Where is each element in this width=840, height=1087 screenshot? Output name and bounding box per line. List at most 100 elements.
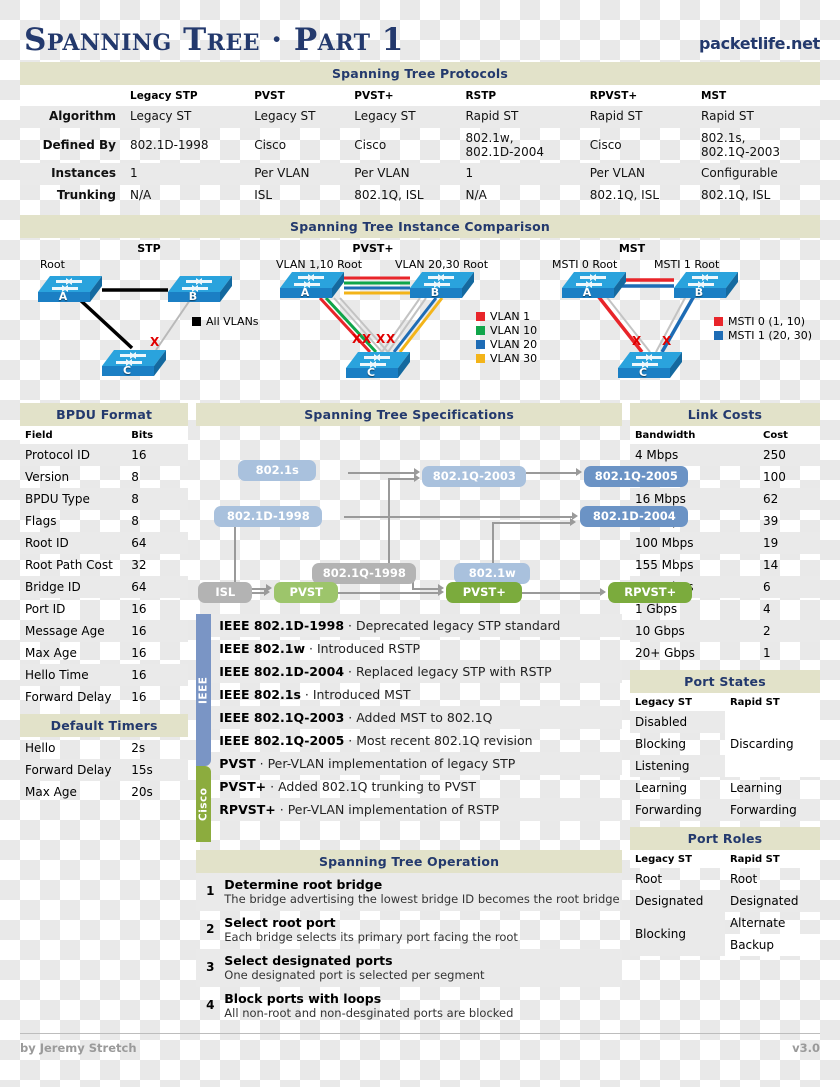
table-header-row: Legacy ST Rapid ST	[629, 692, 820, 711]
section-header-protocols: Spanning Tree Protocols	[20, 62, 820, 85]
legend-label: MSTI 0 (1, 10)	[728, 315, 805, 329]
field: Message Age	[20, 619, 127, 642]
cell: N/A	[465, 188, 487, 203]
section-header-operation: Spanning Tree Operation	[196, 849, 622, 873]
table-row: 155 Mbps 14	[630, 554, 820, 576]
timer-name: Forward Delay	[20, 758, 127, 781]
operation-step: 3 Select designated ports One designated…	[196, 948, 622, 987]
rapid-state: Learning	[729, 780, 783, 795]
table-row: Instances 1 Per VLAN Per VLAN 1 Per VLAN…	[20, 163, 820, 186]
legend-item: MSTI 1 (20, 30)	[714, 329, 812, 343]
diagram-pvst: PVST+ VLAN 1,10 Root VLAN 20,30 Root A B…	[276, 240, 562, 403]
bits: 64	[126, 531, 189, 554]
timer-value: 20s	[131, 784, 153, 799]
col-head-cost: Cost	[758, 425, 820, 444]
spec-sep: ·	[348, 617, 356, 633]
cell: Rapid ST	[583, 106, 696, 128]
flow-node-8021q-2005: 802.1Q-2005	[584, 465, 689, 487]
table-row: Designated Designated	[629, 889, 820, 912]
table-header-row: Bandwidth Cost	[629, 425, 820, 444]
table-row: 10 Gbps 2	[629, 619, 820, 642]
blocked-port-mark: X	[150, 334, 160, 349]
port-states-table: Legacy ST Rapid ST Disabled Discarding B…	[629, 692, 820, 821]
table-row: Forward Delay 15s	[20, 758, 189, 781]
bandwidth: 20+ Gbps	[634, 645, 695, 660]
spec-desc: Per-VLAN implementation of RSTP	[287, 801, 500, 817]
col-head-rapid: Rapid ST	[724, 692, 820, 711]
spec-desc: Replaced legacy STP with RSTP	[355, 663, 552, 679]
operation-steps: 1 Determine root bridge The bridge adver…	[196, 872, 622, 1025]
col-head-0	[20, 85, 124, 106]
legend-item: VLAN 30	[476, 352, 537, 366]
spec-name: PVST	[219, 755, 256, 771]
bits: 8	[131, 469, 139, 484]
footer-author: by Jeremy Stretch	[20, 1040, 137, 1055]
bpdu-table: Field Bits Protocol ID 16 Version 8 BPDU T…	[20, 425, 189, 708]
brand-logo: packetlife.net	[699, 34, 820, 53]
bits: 16	[126, 663, 189, 686]
table-row: 100 Mbps 19	[629, 531, 820, 554]
legend-swatch-icon	[714, 331, 723, 341]
table-header-row: Legacy ST Rapid ST	[629, 849, 820, 868]
instance-diagrams: STP Root A B C X All VLANs PVST+ VLAN 1,…	[20, 238, 820, 403]
switch-label: C	[366, 365, 376, 379]
switch-c-mst: C	[618, 350, 682, 380]
switch-label: A	[300, 285, 310, 299]
row-label: Defined By	[42, 137, 116, 152]
spec-desc: Per-VLAN implementation of legacy STP	[267, 755, 516, 771]
switch-label: B	[188, 289, 198, 303]
table-row: Hello 2s	[20, 737, 188, 759]
flow-node-pvst: PVST	[274, 581, 339, 603]
cell: Cisco	[254, 137, 287, 152]
switch-a-pvst: A	[280, 270, 344, 300]
rapid-role: Root	[729, 871, 758, 886]
cell: 1	[459, 163, 584, 186]
legend-stp: All VLANs	[192, 315, 259, 329]
cell: Legacy ST	[348, 106, 460, 128]
col-head-bandwidth: Bandwidth	[629, 425, 758, 444]
blocked-port-mark: X	[362, 331, 372, 346]
step-number: 2	[206, 922, 215, 937]
cost: 250	[758, 443, 820, 466]
section-header-timers: Default Timers	[20, 713, 189, 737]
step-desc: All non-root and non-desginated ports ar…	[224, 1005, 514, 1020]
port-roles-table: Legacy ST Rapid ST Root Root Designated …	[629, 849, 820, 956]
field: Flags	[25, 513, 57, 528]
legend-label: All VLANs	[206, 315, 259, 329]
link-costs-table: Bandwidth Cost 4 Mbps250 10 Mbps100 16 M…	[629, 425, 820, 664]
spec-desc: Added 802.1Q trunking to PVST	[278, 778, 477, 794]
bandwidth: 100 Mbps	[629, 531, 758, 554]
legend-item: VLAN 10	[476, 324, 537, 338]
field: Bridge ID	[20, 575, 127, 598]
field: Hello Time	[20, 663, 127, 686]
spec-desc: Most recent 802.1Q revision	[356, 732, 533, 748]
flow-node-rpvstplus: RPVST+	[608, 581, 693, 603]
col-head-rapid: Rapid ST	[724, 849, 820, 868]
specifications-list: IEEE Cisco IEEE 802.1D-1998 · Deprecated…	[196, 613, 622, 842]
col-head-5: RPVST+	[583, 85, 696, 106]
table-row: Root Path Cost 32	[20, 554, 188, 576]
section-header-port-roles: Port Roles	[629, 826, 820, 850]
bandwidth: 155 Mbps	[634, 557, 694, 572]
spec-sep: ·	[348, 663, 356, 679]
spec-sep: ·	[304, 686, 313, 702]
blocked-port-mark: X	[662, 333, 672, 348]
spec-sep: ·	[308, 640, 317, 656]
cell: ISL	[254, 188, 273, 203]
cell: Per VLAN	[583, 163, 696, 186]
switch-b-pvst: B	[410, 270, 474, 300]
row-label: Algorithm	[20, 106, 124, 128]
legend-swatch-icon	[714, 317, 723, 327]
table-row: Version 8	[20, 466, 188, 488]
cost: 4	[763, 601, 771, 616]
legacy-state: Listening	[629, 754, 725, 777]
legacy-state: Forwarding	[629, 798, 725, 821]
switch-a-mst: A	[562, 270, 626, 300]
cell: Legacy ST	[124, 106, 249, 128]
field: BPDU Type	[20, 487, 127, 510]
spec-sep: ·	[279, 801, 288, 817]
col-head-6: MST	[695, 85, 820, 106]
spec-name: IEEE 802.1Q-2003	[219, 709, 345, 725]
col-head-2: PVST	[248, 85, 349, 106]
table-row: Defined By 802.1D-1998 Cisco Cisco 802.1…	[20, 128, 820, 164]
